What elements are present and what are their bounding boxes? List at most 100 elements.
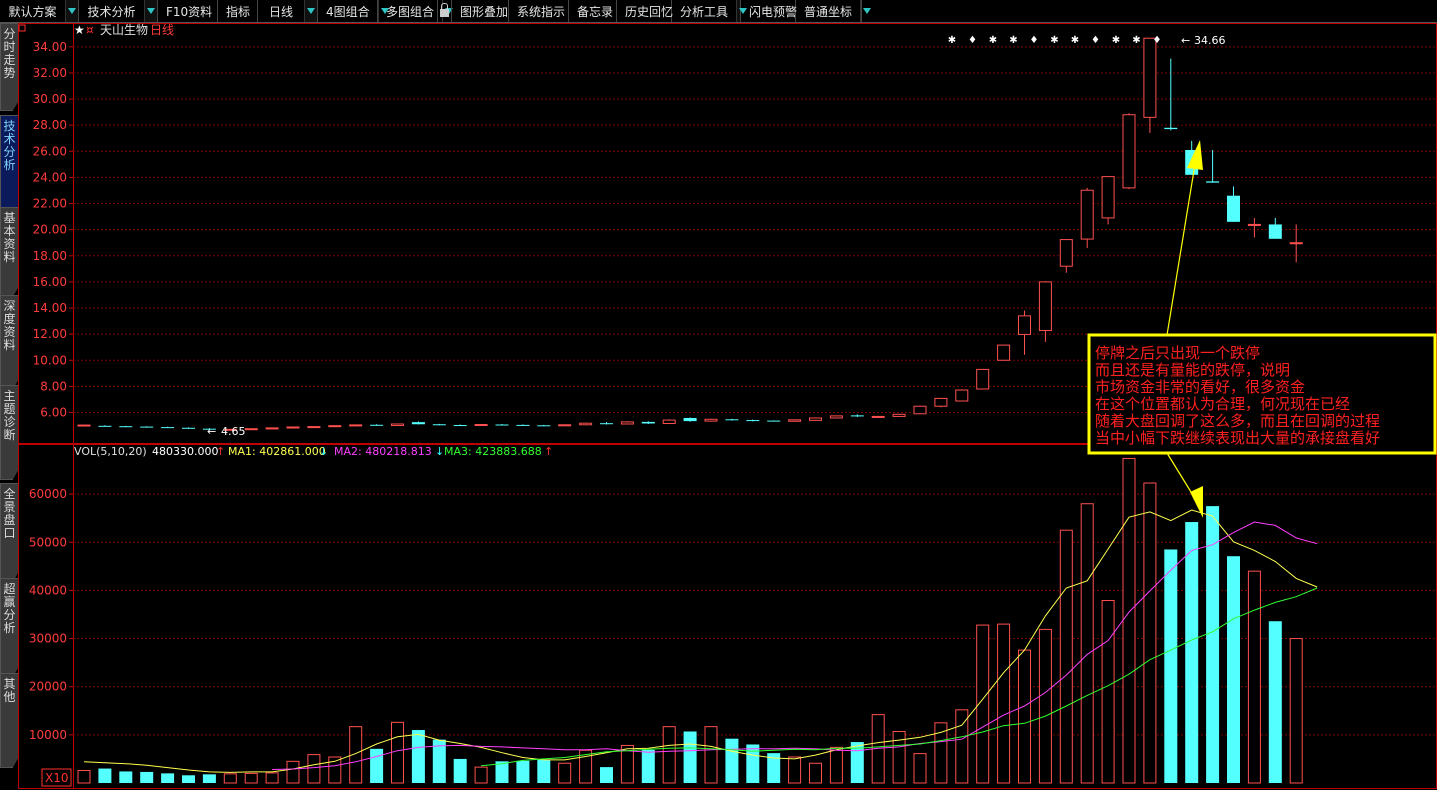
candle-body xyxy=(788,419,802,422)
panel-marker-icon xyxy=(18,24,26,32)
volume-tick-label: 60000 xyxy=(29,487,67,501)
candle-body xyxy=(182,427,195,429)
suspension-marker-icon: ✱ xyxy=(948,35,956,46)
annotation-line: 随着大盘回调了这么多，而且在回调的过程 xyxy=(1095,412,1380,430)
volume-bar xyxy=(98,768,112,783)
candle-body xyxy=(516,424,530,426)
volume-bar xyxy=(1268,621,1282,783)
annotation-line: 而且还是有量能的跌停，说明 xyxy=(1095,361,1290,379)
candle-body xyxy=(1018,315,1031,335)
volume-header-ma2: MA2: 480218.813 xyxy=(334,445,432,458)
volume-header-value: 480330.000 xyxy=(152,445,218,458)
candle-body xyxy=(119,426,133,428)
volume-panel-frame xyxy=(18,444,1437,789)
chart-area[interactable]: 6.00 8.00 10.00 12.00 14.00 16.00 18.00 20.00 22… xyxy=(0,0,1437,790)
candle-body xyxy=(871,415,885,418)
volume-bar xyxy=(453,758,467,783)
volume-bar xyxy=(202,774,216,783)
candle-body xyxy=(349,424,363,427)
suspension-marker-icon: ✱ xyxy=(1050,35,1058,46)
volume-bar xyxy=(704,726,718,784)
volume-bar xyxy=(1143,482,1157,784)
volume-bar xyxy=(140,771,154,783)
candle-body xyxy=(558,424,572,427)
candle-body xyxy=(265,427,279,430)
candle-body xyxy=(1101,176,1115,219)
candle-body xyxy=(370,424,384,426)
candle-body xyxy=(244,428,258,431)
price-tick-label: 14.00 xyxy=(33,301,67,315)
volume-bar xyxy=(1206,506,1220,783)
candle-body xyxy=(955,389,969,402)
volume-bar xyxy=(725,738,739,783)
candle-body xyxy=(850,415,864,417)
candle-body xyxy=(746,420,760,422)
annotation-line: 在这个位置都认为合理，何况现在已经 xyxy=(1095,395,1350,413)
volume-tick-label: 30000 xyxy=(29,632,67,646)
volume-bar xyxy=(119,771,133,783)
candle-body xyxy=(453,425,467,427)
candle-body xyxy=(620,421,634,425)
volume-bar xyxy=(662,726,676,784)
suspension-marker-icon: ✱ xyxy=(989,35,997,46)
volume-header-ma1: MA1: 402861.000 xyxy=(228,445,326,458)
candle-body xyxy=(1206,181,1220,183)
price-tick-label: 32.00 xyxy=(33,66,67,80)
price-tick-label: 24.00 xyxy=(33,170,67,184)
candle-body xyxy=(892,413,906,417)
price-tick-label: 30.00 xyxy=(33,92,67,106)
high-price-label: 34.66 xyxy=(1194,34,1226,47)
volume-bar xyxy=(474,766,488,784)
suspension-marker-icon: ✱ xyxy=(1132,35,1140,46)
price-tick-label: 16.00 xyxy=(33,275,67,289)
candle-body xyxy=(537,425,551,427)
annotation-line: 当中小幅下跌继续表现出大量的承接盘看好 xyxy=(1095,429,1380,447)
suspension-marker-icon: ✱ xyxy=(1071,35,1079,46)
price-tick-label: 6.00 xyxy=(40,406,67,420)
candle-body xyxy=(474,424,488,427)
volume-bar xyxy=(77,769,91,784)
suspension-marker-icon: ♦ xyxy=(1030,35,1039,46)
candle-body xyxy=(1038,281,1052,331)
volume-bar xyxy=(265,772,279,784)
trend-arrow-icon: ↑ xyxy=(544,445,553,458)
candle-body xyxy=(662,419,676,424)
candle-body xyxy=(704,418,718,422)
price-tick-label: 28.00 xyxy=(33,118,67,132)
volume-bar xyxy=(997,623,1011,784)
volume-bar xyxy=(391,721,404,784)
volume-bar xyxy=(370,748,384,783)
ma-line-ma2 xyxy=(272,521,1318,770)
candle-body xyxy=(767,420,781,422)
candle-body xyxy=(286,426,300,429)
candle-body xyxy=(1247,223,1261,226)
volume-bar xyxy=(537,759,551,783)
volume-tick-label: 10000 xyxy=(29,728,67,742)
volume-bar xyxy=(788,756,802,784)
candle-body xyxy=(1143,37,1157,118)
volume-bar xyxy=(1059,529,1073,784)
candle-body xyxy=(391,423,404,427)
volume-bar xyxy=(746,744,760,783)
suspension-marker-icon: ♦ xyxy=(1153,35,1162,46)
price-tick-label: 12.00 xyxy=(33,327,67,341)
trend-arrow-icon: ↑ xyxy=(216,445,225,458)
price-tick-label: 20.00 xyxy=(33,223,67,237)
star-icon: ★ xyxy=(74,23,85,37)
volume-bar xyxy=(558,762,572,784)
volume-bar xyxy=(1122,457,1136,784)
volume-bar xyxy=(1038,628,1052,784)
candle-body xyxy=(1164,127,1178,130)
candle-body xyxy=(683,417,697,422)
volume-bar xyxy=(411,730,425,783)
volume-bar xyxy=(1185,522,1199,783)
volume-bar xyxy=(934,722,948,784)
suspension-marker-icon: ♦ xyxy=(968,35,977,46)
candle-body xyxy=(641,421,655,424)
volume-bar xyxy=(1164,549,1178,783)
trend-arrow-icon: ↓ xyxy=(319,445,328,458)
low-price-label: 4.65 xyxy=(221,425,246,438)
settings-icon: ¤ xyxy=(86,23,94,37)
volume-bar xyxy=(683,731,697,783)
candle-body xyxy=(328,425,342,428)
